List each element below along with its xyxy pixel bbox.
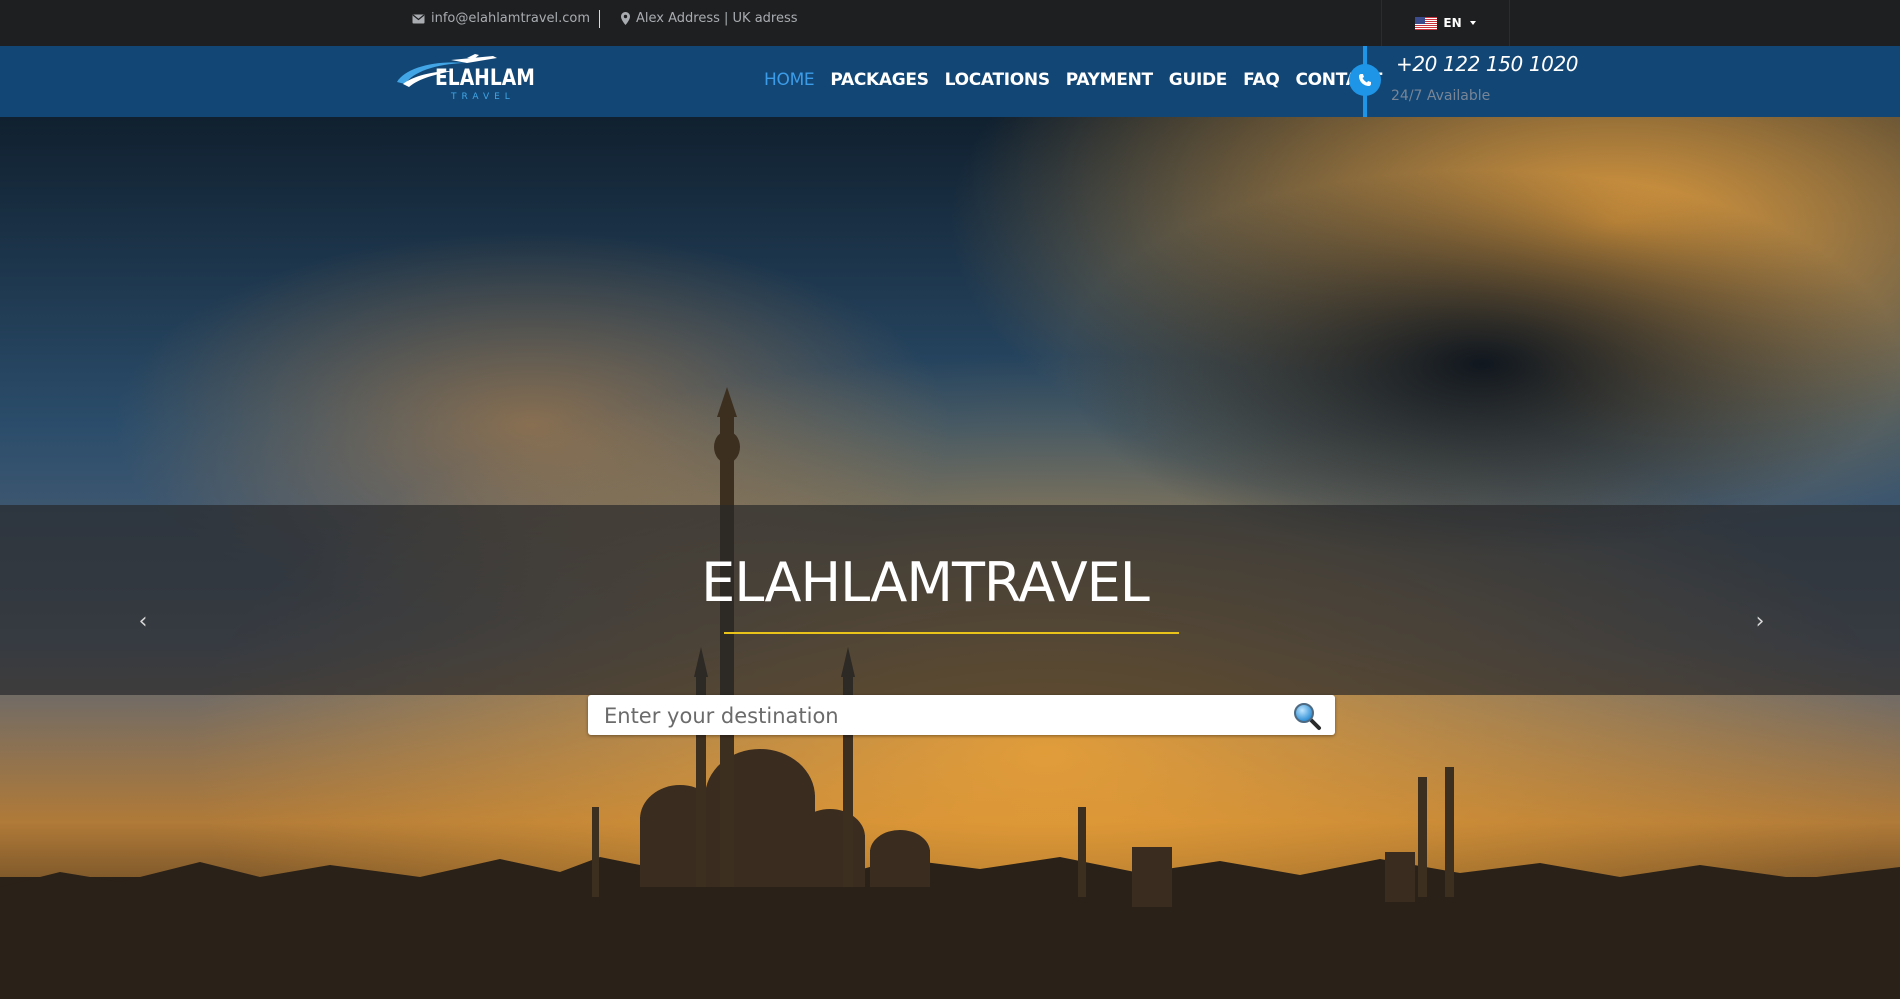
brand-subtitle: TRAVEL [451,92,515,102]
destination-search [588,695,1335,737]
title-underline [724,632,1179,634]
nav-faq[interactable]: FAQ [1235,70,1287,90]
nav-home[interactable]: HOME [756,70,822,90]
address-text: Alex Address | UK adress [636,11,798,26]
destination-search-input[interactable] [602,695,1286,737]
us-flag-icon [1415,16,1438,30]
main-navbar: ELAHLAM TRAVEL HOME PACKAGES LOCATIONS P… [0,46,1900,117]
nav-guide[interactable]: GUIDE [1161,70,1235,90]
language-selector[interactable]: EN [1381,0,1510,46]
search-icon[interactable] [1292,701,1322,731]
phone-number[interactable]: +20 122 150 1020 [1396,52,1579,76]
nav-locations[interactable]: LOCATIONS [937,70,1058,90]
divider [599,10,600,28]
hero-slider: ELAHLAMTRAVEL ‹ › [0,117,1900,999]
envelope-icon [412,14,425,23]
nav-packages[interactable]: PACKAGES [822,70,936,90]
language-label: EN [1443,16,1462,30]
slider-next-arrow[interactable]: › [1750,609,1770,634]
phone-icon-badge[interactable] [1349,64,1381,96]
brand-name: ELAHLAM [435,66,535,91]
nav-payment[interactable]: PAYMENT [1058,70,1161,90]
caret-down-icon [1469,21,1476,25]
availability-text: 24/7 Available [1391,88,1491,104]
email-link[interactable]: info@elahlamtravel.com [412,11,590,26]
email-text: info@elahlamtravel.com [431,11,591,26]
site-logo[interactable]: ELAHLAM TRAVEL [395,54,535,104]
hero-title: ELAHLAMTRAVEL [701,551,1150,614]
slider-prev-arrow[interactable]: ‹ [133,609,153,634]
phone-icon [1359,74,1371,86]
top-info-bar: info@elahlamtravel.com Alex Address | UK… [0,0,1900,46]
primary-nav: HOME PACKAGES LOCATIONS PAYMENT GUIDE FA… [756,70,1390,90]
map-marker-icon [621,12,630,25]
address-info: Alex Address | UK adress [621,11,798,26]
